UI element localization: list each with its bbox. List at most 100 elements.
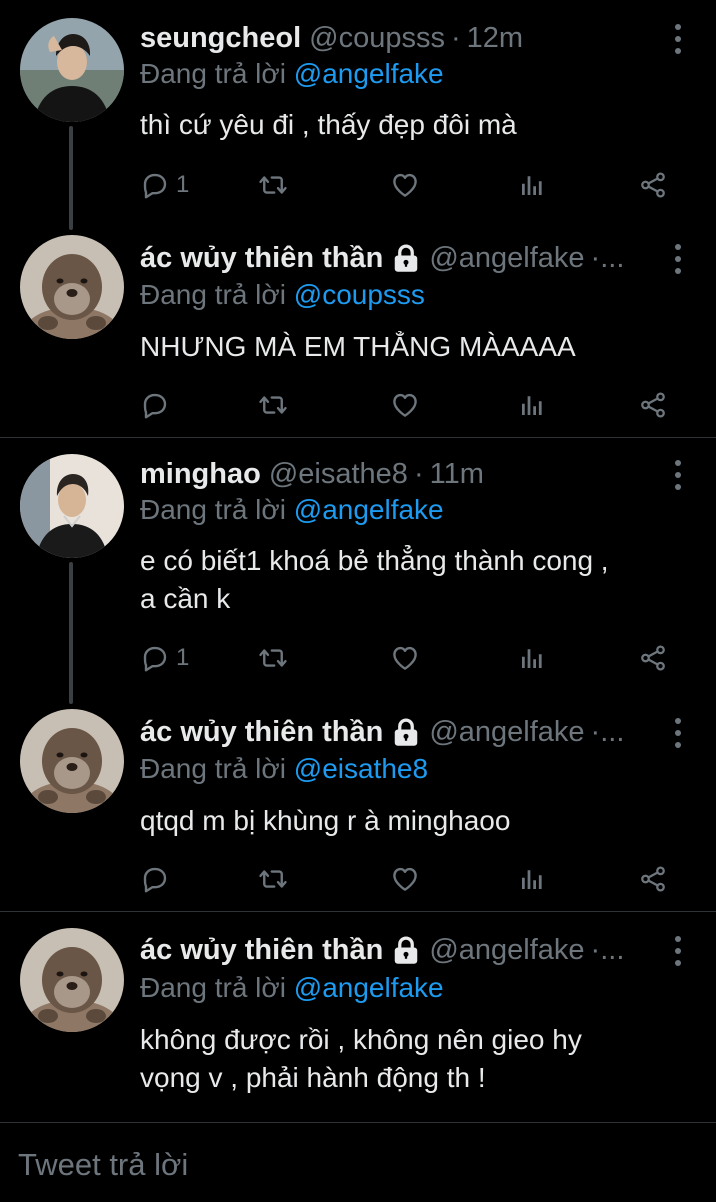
otter-photo-avatar xyxy=(20,928,124,1032)
more-options-icon[interactable] xyxy=(670,718,686,748)
retweet-icon xyxy=(258,170,288,200)
truncation-ellipsis: ·... xyxy=(590,241,625,274)
tweet-text: NHƯNG MÀ EM THẲNG MÀAAAA xyxy=(140,331,576,362)
tweet-text: e có biết1 khoá bẻ thẳng thành cong , a … xyxy=(140,542,686,618)
reply-count: 1 xyxy=(176,644,190,671)
retweet-button[interactable] xyxy=(258,638,288,678)
lock-icon xyxy=(391,717,421,747)
reply-button[interactable] xyxy=(140,385,170,425)
action-bar xyxy=(140,859,680,899)
retweet-button[interactable] xyxy=(258,859,288,899)
tweet-text-line: vọng v , phải hành động th ! xyxy=(140,1062,486,1093)
replying-prefix: Đang trả lời xyxy=(140,972,286,1003)
lock-icon xyxy=(391,243,421,273)
reply-input[interactable] xyxy=(18,1143,698,1187)
reply-button[interactable]: 1 xyxy=(140,638,189,678)
truncation-ellipsis: ·... xyxy=(590,933,625,966)
retweet-button[interactable] xyxy=(258,165,288,205)
share-button[interactable] xyxy=(638,638,668,678)
avatar[interactable] xyxy=(20,235,124,339)
like-button[interactable] xyxy=(390,859,420,899)
analytics-button[interactable] xyxy=(517,859,547,899)
tweet-text-line: không được rồi , không nên gieo hy xyxy=(140,1024,582,1055)
reply-thread-screen: seungcheol @coupsss · 12m Đang trả lời @… xyxy=(0,0,716,1202)
thread-line xyxy=(69,126,73,230)
tweet[interactable]: ác wủy thiên thần @angelfake ·... Đang t… xyxy=(0,912,716,1122)
tweet-header: ác wủy thiên thần @angelfake ·... xyxy=(140,712,656,752)
like-button[interactable] xyxy=(390,638,420,678)
share-icon xyxy=(638,390,668,420)
avatar[interactable] xyxy=(20,18,124,122)
tweet[interactable]: seungcheol @coupsss · 12m Đang trả lời @… xyxy=(0,0,716,232)
handle: @coupsss xyxy=(309,21,445,54)
mention-link[interactable]: @angelfake xyxy=(294,494,444,525)
like-icon xyxy=(390,643,420,673)
replying-to: Đang trả lời @coupsss xyxy=(140,279,425,315)
mention-link[interactable]: @angelfake xyxy=(294,972,444,1003)
analytics-icon xyxy=(517,643,547,673)
handle: @angelfake xyxy=(429,715,585,748)
replying-prefix: Đang trả lời xyxy=(140,279,286,310)
reply-count: 1 xyxy=(176,171,190,198)
share-button[interactable] xyxy=(638,165,668,205)
analytics-button[interactable] xyxy=(517,385,547,425)
reply-button[interactable] xyxy=(140,859,170,899)
tweet-text: thì cứ yêu đi , thấy đẹp đôi mà xyxy=(140,109,517,140)
like-button[interactable] xyxy=(390,165,420,205)
reply-composer-bar xyxy=(0,1122,716,1202)
tweet-header: ác wủy thiên thần @angelfake ·... xyxy=(140,930,656,970)
handle: @eisathe8 xyxy=(268,457,408,490)
tweet-text: không được rồi , không nên gieo hy vọng … xyxy=(140,1021,686,1097)
like-icon xyxy=(390,390,420,420)
tweet-header: ác wủy thiên thần @angelfake ·... xyxy=(140,238,656,278)
thread-line xyxy=(69,562,73,704)
analytics-button[interactable] xyxy=(517,165,547,205)
retweet-button[interactable] xyxy=(258,385,288,425)
handle: @angelfake xyxy=(429,933,585,966)
mention-link[interactable]: @angelfake xyxy=(294,58,444,89)
display-name[interactable]: seungcheol xyxy=(140,22,301,55)
tweet[interactable]: ác wủy thiên thần @angelfake ·... Đang t… xyxy=(0,706,716,911)
person-photo-avatar xyxy=(20,18,124,122)
action-bar: 1 xyxy=(140,165,680,205)
reply-button[interactable]: 1 xyxy=(140,165,189,205)
avatar[interactable] xyxy=(20,709,124,813)
more-options-icon[interactable] xyxy=(670,244,686,274)
person-photo-avatar xyxy=(20,454,124,558)
display-name[interactable]: minghao xyxy=(140,458,261,491)
share-button[interactable] xyxy=(638,385,668,425)
more-options-icon[interactable] xyxy=(670,460,686,490)
tweet[interactable]: ác wủy thiên thần @angelfake ·... Đang t… xyxy=(0,232,716,437)
mention-link[interactable]: @eisathe8 xyxy=(294,753,428,784)
like-button[interactable] xyxy=(390,385,420,425)
analytics-button[interactable] xyxy=(517,638,547,678)
replying-to: Đang trả lời @angelfake xyxy=(140,972,444,1008)
more-options-icon[interactable] xyxy=(670,936,686,966)
retweet-icon xyxy=(258,864,288,894)
avatar[interactable] xyxy=(20,928,124,1032)
mention-link[interactable]: @coupsss xyxy=(294,279,425,310)
timestamp: 11m xyxy=(429,457,484,490)
display-name[interactable]: ác wủy thiên thần xyxy=(140,716,383,749)
display-name[interactable]: ác wủy thiên thần xyxy=(140,934,383,967)
replying-prefix: Đang trả lời xyxy=(140,58,286,89)
replying-prefix: Đang trả lời xyxy=(140,753,286,784)
reply-icon xyxy=(140,643,170,673)
separator-dot: · xyxy=(413,457,424,490)
share-icon xyxy=(638,643,668,673)
like-icon xyxy=(390,170,420,200)
tweet-header: seungcheol @coupsss · 12m xyxy=(140,18,656,58)
avatar[interactable] xyxy=(20,454,124,558)
more-options-icon[interactable] xyxy=(670,24,686,54)
tweet-text-line: e có biết1 khoá bẻ thẳng thành cong , xyxy=(140,545,609,576)
tweet[interactable]: minghao @eisathe8 · 11m Đang trả lời @an… xyxy=(0,438,716,706)
share-button[interactable] xyxy=(638,859,668,899)
handle: @angelfake xyxy=(429,241,585,274)
tweet-text-line: a cần k xyxy=(140,583,231,614)
action-bar xyxy=(140,385,680,425)
separator-dot: · xyxy=(450,21,461,54)
display-name[interactable]: ác wủy thiên thần xyxy=(140,242,383,275)
otter-photo-avatar xyxy=(20,235,124,339)
replying-to: Đang trả lời @angelfake xyxy=(140,494,444,530)
timestamp: 12m xyxy=(466,21,524,54)
